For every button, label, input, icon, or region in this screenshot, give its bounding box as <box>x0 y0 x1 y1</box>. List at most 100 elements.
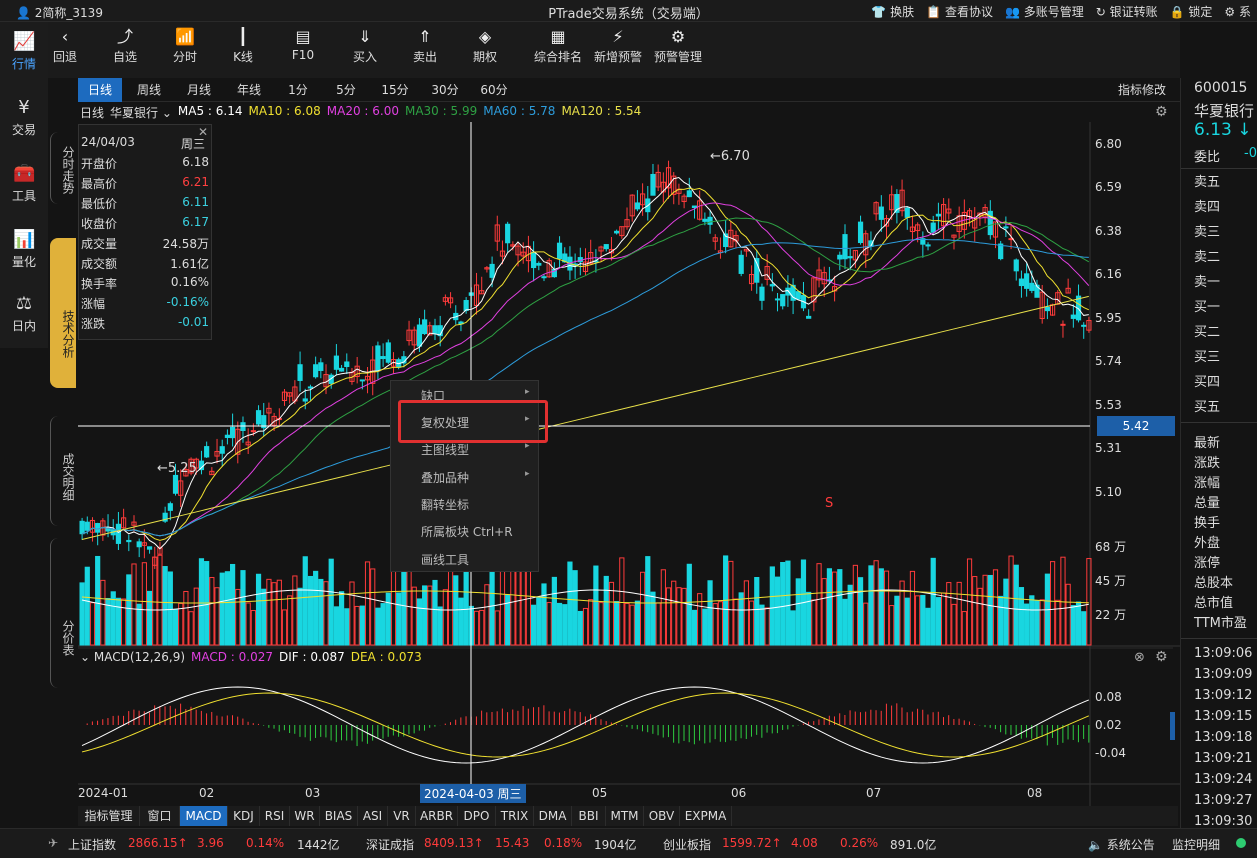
tab-bias[interactable]: BIAS <box>320 806 358 826</box>
candle-body <box>230 426 236 439</box>
tab-dma[interactable]: DMA <box>534 806 572 826</box>
volume-bar <box>442 589 448 646</box>
menu-item-sector[interactable]: 所属板块 Ctrl+R <box>421 523 513 540</box>
tab-asi[interactable]: ASI <box>358 806 388 826</box>
protocol-menu[interactable]: 📋 查看协议 <box>926 3 993 20</box>
option-button[interactable]: ◈ 期权 <box>470 26 500 65</box>
tab-macd[interactable]: MACD <box>180 806 228 826</box>
nav-quant[interactable]: 📊 量化 <box>0 220 48 282</box>
info-label: 涨跌 <box>81 317 106 331</box>
buy-button[interactable]: ⇓ 买入 <box>350 26 380 65</box>
tab-wr[interactable]: WR <box>290 806 320 826</box>
kline-chart[interactable] <box>78 122 1180 806</box>
volume-bar <box>141 562 147 646</box>
skin-menu[interactable]: 👕 换肤 <box>871 3 914 20</box>
nav-market[interactable]: 📈 行情 <box>0 22 48 84</box>
tab-kdj[interactable]: KDJ <box>228 806 260 826</box>
volume-bar <box>484 584 490 646</box>
tab-trix[interactable]: TRIX <box>496 806 534 826</box>
transfer-menu[interactable]: ↻ 银证转账 <box>1096 3 1158 20</box>
candle-body <box>930 222 936 233</box>
tab-vr[interactable]: VR <box>388 806 416 826</box>
menu-item-flip-axis[interactable]: 翻转坐标 <box>421 496 469 513</box>
tab-technical[interactable]: 技术分析 <box>50 238 76 388</box>
tab-timeshare[interactable]: 分时走势 <box>50 132 76 204</box>
tab-expma[interactable]: EXPMA <box>680 806 732 826</box>
tick-time: 13:09:24 <box>1194 772 1253 787</box>
tab-dpo[interactable]: DPO <box>458 806 496 826</box>
period-week[interactable]: 周线 <box>126 78 172 102</box>
pin-icon[interactable]: ✈ <box>48 836 58 850</box>
macd-title[interactable]: ⌄ MACD(12,26,9) <box>80 650 185 666</box>
sell-button[interactable]: ⇑ 卖出 <box>410 26 440 65</box>
tab-trade-detail[interactable]: 成交明细 <box>50 416 76 526</box>
alert-manage-button[interactable]: ⚙ 预警管理 <box>652 26 704 65</box>
period-60min[interactable]: 60分 <box>472 78 516 102</box>
volume-bar <box>318 578 324 646</box>
tab-mtm[interactable]: MTM <box>606 806 644 826</box>
system-menu[interactable]: ⚙ 系 <box>1224 3 1251 20</box>
tab-window[interactable]: 窗口 <box>140 806 180 826</box>
back-button[interactable]: ‹ 回退 <box>50 26 80 65</box>
tab-obv[interactable]: OBV <box>644 806 680 826</box>
nav-trade[interactable]: ¥ 交易 <box>0 88 48 150</box>
menu-item-overlay[interactable]: 叠加品种 ▸ <box>421 469 530 486</box>
volume-bar <box>84 566 90 646</box>
macd-value: MACD : 0.027 <box>191 650 274 664</box>
monitor-button[interactable]: 监控明细 <box>1172 836 1220 853</box>
tick-time: 13:09:18 <box>1194 730 1253 745</box>
period-day[interactable]: 日线 <box>78 78 122 102</box>
tab-rsi[interactable]: RSI <box>260 806 290 826</box>
lock-menu[interactable]: 🔒 锁定 <box>1170 3 1213 20</box>
period-month[interactable]: 月线 <box>176 78 222 102</box>
period-year[interactable]: 年线 <box>226 78 272 102</box>
tab-arbr[interactable]: ARBR <box>416 806 458 826</box>
tab-bbi[interactable]: BBI <box>572 806 606 826</box>
stat-market-cap: 总市值 <box>1194 596 1234 611</box>
volume-bar <box>146 590 153 646</box>
index-name[interactable]: 创业板指 <box>663 836 711 853</box>
option-icon: ◈ <box>478 27 492 46</box>
index-pct: 0.18% <box>544 836 583 850</box>
volume-bar <box>375 607 381 646</box>
tab-indicator-manage[interactable]: 指标管理 <box>78 806 140 826</box>
macd-scrollbar[interactable] <box>1170 712 1175 740</box>
menu-item-draw-tools[interactable]: 画线工具 <box>421 551 469 568</box>
candle-body <box>432 325 438 335</box>
index-change: 15.43 <box>495 836 530 850</box>
close-icon[interactable]: ⊗ <box>1134 650 1145 665</box>
watchlist-button[interactable]: ⤴ 自选 <box>110 26 140 65</box>
index-amount: 1442亿 <box>297 838 340 852</box>
volume-bar <box>183 590 189 646</box>
period-1min[interactable]: 1分 <box>276 78 320 102</box>
candle-body <box>878 206 884 220</box>
index-pct: 0.26% <box>840 836 879 850</box>
multi-account-menu[interactable]: 👥 多账号管理 <box>1005 3 1084 20</box>
stock-selector[interactable]: 华夏银行 ⌄ <box>110 104 172 122</box>
index-name[interactable]: 深证成指 <box>366 836 414 853</box>
tab-price-table[interactable]: 分价表 <box>50 538 76 688</box>
side-tabs: 分时走势 技术分析 成交明细 分价表 <box>48 78 76 828</box>
volume-bar <box>629 604 635 646</box>
account-label[interactable]: 👤 2简称_3139 <box>16 4 103 21</box>
index-name[interactable]: 上证指数 <box>68 836 116 853</box>
tick-time: 13:09:12 <box>1194 688 1253 703</box>
indicator-edit-button[interactable]: 指标修改 <box>1112 78 1172 102</box>
kline-button[interactable]: ┃ K线 <box>228 26 258 65</box>
f10-button[interactable]: ▤ F10 <box>288 26 318 62</box>
volume-bar <box>873 560 879 646</box>
period-30min[interactable]: 30分 <box>422 78 468 102</box>
period-15min[interactable]: 15分 <box>372 78 418 102</box>
info-label: 开盘价 <box>81 157 118 171</box>
ranking-button[interactable]: ▦ 综合排名 <box>532 26 584 65</box>
macd-axis-label: 0.02 <box>1095 718 1122 732</box>
nav-tools[interactable]: 🧰 工具 <box>0 154 48 216</box>
add-alert-button[interactable]: ⚡ 新增预警 <box>592 26 644 65</box>
notice-button[interactable]: 🔈 系统公告 <box>1088 836 1155 853</box>
period-5min[interactable]: 5分 <box>324 78 368 102</box>
nav-intraday[interactable]: ⚖ 日内 <box>0 284 48 346</box>
macd-settings-icon[interactable]: ⚙ <box>1155 649 1168 665</box>
chart-settings-icon[interactable]: ⚙ <box>1155 104 1168 120</box>
timeshare-button[interactable]: 📶 分时 <box>170 26 200 65</box>
menu-item-line-type[interactable]: 主图线型 ▸ <box>421 441 530 458</box>
